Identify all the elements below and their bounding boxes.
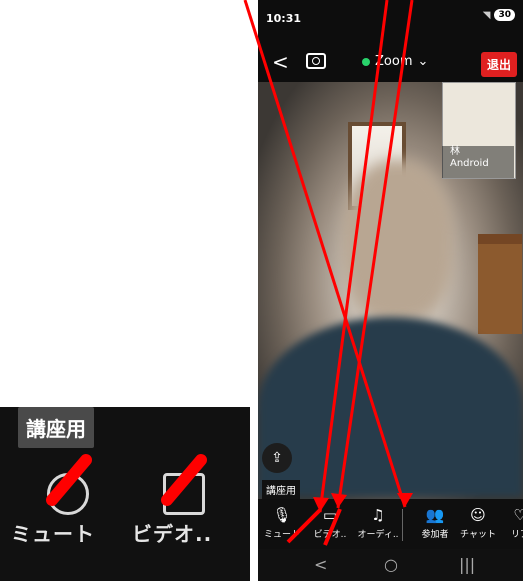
meeting-title[interactable]: Zoom ⌄ — [362, 54, 428, 69]
meeting-title-text: Zoom — [375, 54, 413, 69]
video-label: ビデオ.. — [313, 530, 347, 540]
headphones-icon: ♫ — [371, 506, 385, 524]
nav-home-button[interactable]: ○ — [384, 555, 398, 574]
room-badge: 講座用 — [262, 480, 300, 499]
secure-shield-icon — [362, 57, 370, 66]
nav-back-button[interactable]: < — [314, 555, 327, 574]
battery-icon: 30 — [494, 9, 515, 21]
participant-name: 林 — [450, 146, 460, 157]
toolbar-separator — [402, 509, 403, 541]
nav-recent-button[interactable]: ||| — [459, 555, 475, 574]
meeting-header: < Zoom ⌄ 退出 — [258, 42, 523, 82]
share-icon[interactable]: ⇪ — [262, 443, 292, 473]
back-icon[interactable]: < — [272, 50, 289, 74]
chat-button[interactable]: ☺ チャット — [454, 507, 502, 540]
inset-video-label: ビデオ.. — [132, 522, 213, 546]
chat-label: チャット — [460, 530, 496, 540]
mute-button[interactable]: 🎙 ミュート — [258, 507, 306, 540]
participant-body — [258, 317, 523, 497]
status-time: 10:31 — [266, 12, 302, 25]
leave-button[interactable]: 退出 — [480, 52, 517, 77]
zoom-phone-screen: 10:31 ◥ 30 < Zoom ⌄ 退出 林 Android ⇪ 講座用 🎙 — [258, 0, 523, 581]
participants-button[interactable]: 👥 参加者 — [411, 507, 459, 540]
inset-room-badge: 講座用 — [18, 407, 94, 448]
bottom-toolbar: 🎙 ミュート ▭ ビデオ.. ♫ オーディ.. 👥 参加者 ☺ チャット ♡ リ… — [258, 499, 523, 549]
participant-face-blurred — [343, 160, 453, 320]
status-indicators: ◥ 30 — [483, 9, 515, 21]
self-view-label: 林 Android — [442, 146, 514, 178]
background-shelf — [478, 234, 522, 334]
mic-icon: 🎙 — [272, 506, 292, 524]
inset-mic-icon — [47, 473, 89, 515]
inset-video-icon — [163, 473, 205, 515]
participant-device: Android — [450, 158, 489, 169]
status-bar: 10:31 ◥ 30 — [258, 0, 523, 28]
reactions-button[interactable]: ♡ リア — [496, 507, 523, 540]
mute-label: ミュート — [263, 530, 300, 540]
system-nav-bar: < ○ ||| — [258, 549, 523, 581]
chevron-down-icon: ⌄ — [417, 54, 429, 69]
video-button[interactable]: ▭ ビデオ.. — [306, 507, 354, 540]
video-icon: ▭ — [322, 506, 338, 524]
chat-icon: ☺ — [470, 506, 486, 524]
audio-label: オーディ.. — [357, 530, 399, 540]
reaction-icon: ♡ — [513, 506, 523, 524]
main-video: 林 Android ⇪ 講座用 — [258, 82, 523, 499]
participants-label: 参加者 — [421, 530, 449, 540]
signal-icon: ◥ — [482, 9, 491, 21]
audio-button[interactable]: ♫ オーディ.. — [354, 507, 402, 540]
camera-switch-icon[interactable] — [306, 53, 326, 69]
zoomed-toolbar-inset: 講座用 ミュート ビデオ.. — [0, 407, 250, 581]
inset-mute-label: ミュート — [11, 522, 95, 546]
reactions-label: リア — [510, 530, 523, 540]
participants-icon: 👥 — [425, 506, 445, 524]
